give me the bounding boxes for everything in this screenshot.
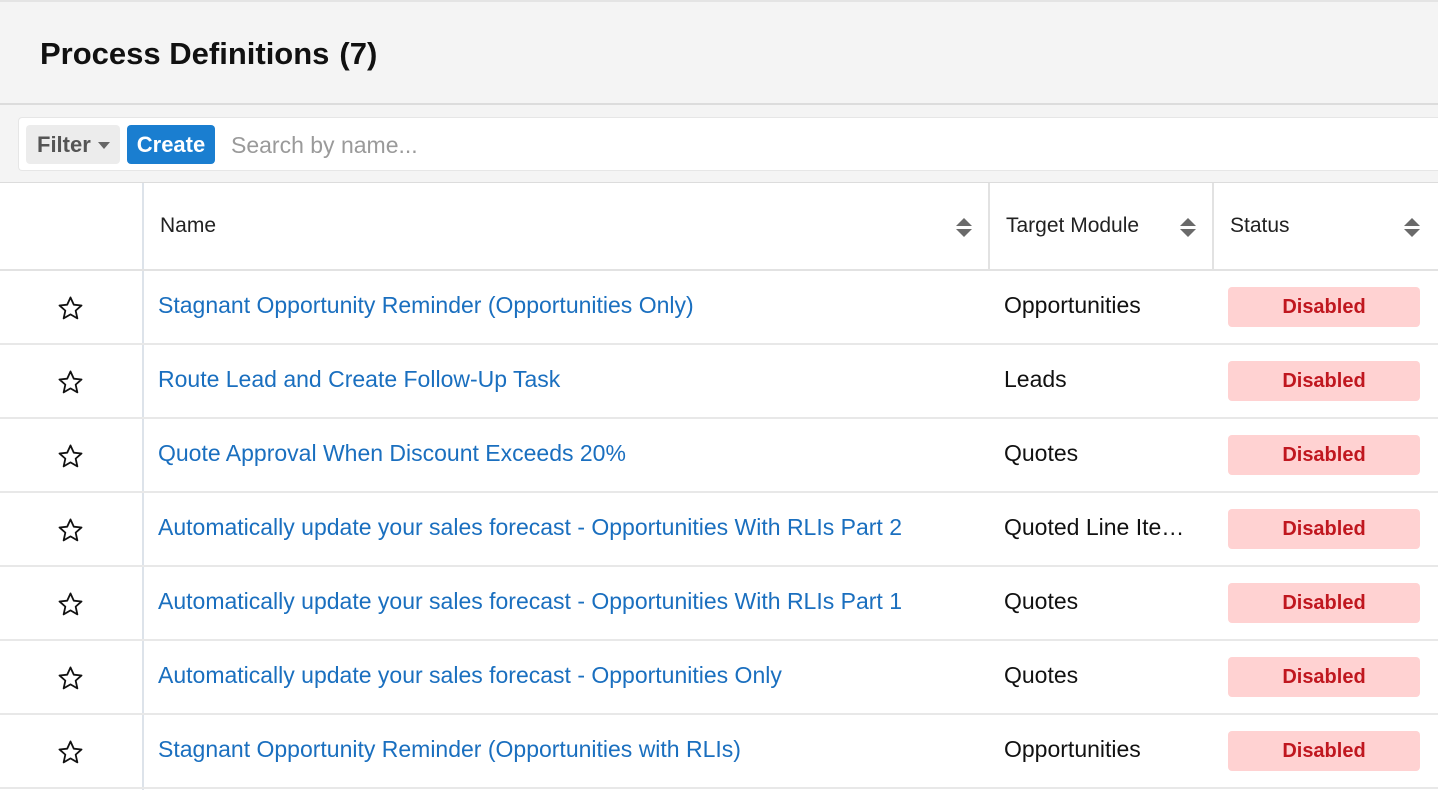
caret-down-icon (97, 142, 110, 149)
star-outline-icon[interactable] (57, 369, 84, 396)
create-button[interactable]: Create (127, 125, 215, 164)
status-badge: Disabled (1228, 509, 1420, 549)
column-header-name-label: Name (160, 214, 217, 237)
column-header-name[interactable]: Name (144, 183, 988, 269)
page-header: Process Definitions (7) (0, 0, 1438, 105)
star-outline-icon[interactable] (57, 665, 84, 692)
column-header-target-module-label: Target Module (1006, 214, 1140, 237)
table-row: Stagnant Opportunity Reminder (Opportuni… (0, 271, 1438, 345)
status-badge: Disabled (1228, 287, 1420, 327)
process-definitions-table: Name Target Module Status Stagnant Oppor… (0, 183, 1438, 790)
table-header: Name Target Module Status (0, 183, 1438, 271)
sort-icon[interactable] (956, 218, 972, 237)
page-title-text: Process Definitions (40, 36, 330, 71)
process-name-link[interactable]: Automatically update your sales forecast… (158, 514, 902, 541)
filter-button[interactable]: Filter (26, 125, 120, 164)
process-name-link[interactable]: Quote Approval When Discount Exceeds 20% (158, 440, 626, 467)
column-header-status-label: Status (1230, 214, 1290, 237)
status-badge: Disabled (1228, 361, 1420, 401)
target-module-cell: Quotes (1004, 662, 1079, 688)
process-name-link[interactable]: Automatically update your sales forecast… (158, 662, 782, 689)
process-name-link[interactable]: Automatically update your sales forecast… (158, 588, 902, 615)
search-input[interactable] (231, 126, 1411, 164)
table-row: Route Lead and Create Follow-Up Task Lea… (0, 345, 1438, 419)
filter-button-label: Filter (37, 131, 91, 157)
sort-icon[interactable] (1404, 218, 1420, 237)
table-row: Stagnant Opportunity Reminder (Opportuni… (0, 715, 1438, 789)
status-badge: Disabled (1228, 583, 1420, 623)
target-module-cell: Quoted Line Ite… (1004, 514, 1185, 540)
status-badge: Disabled (1228, 657, 1420, 697)
record-count: (7) (339, 36, 378, 71)
table-row: Automatically update your sales forecast… (0, 567, 1438, 641)
target-module-cell: Quotes (1004, 440, 1079, 466)
star-outline-icon[interactable] (57, 739, 84, 766)
table-row: Quote Approval When Discount Exceeds 20%… (0, 419, 1438, 493)
star-outline-icon[interactable] (57, 295, 84, 322)
page-title: Process Definitions (7) (40, 36, 377, 72)
status-badge: Disabled (1228, 731, 1420, 771)
target-module-cell: Opportunities (1004, 292, 1141, 318)
target-module-cell: Quotes (1004, 588, 1079, 614)
star-outline-icon[interactable] (57, 591, 84, 618)
table-row: Automatically update your sales forecast… (0, 493, 1438, 567)
target-module-cell: Opportunities (1004, 736, 1141, 762)
sort-icon[interactable] (1180, 218, 1196, 237)
star-outline-icon[interactable] (57, 443, 84, 470)
toolbar-band: Filter Create (0, 105, 1438, 183)
process-name-link[interactable]: Stagnant Opportunity Reminder (Opportuni… (158, 292, 694, 319)
process-name-link[interactable]: Stagnant Opportunity Reminder (Opportuni… (158, 736, 741, 763)
column-header-target-module[interactable]: Target Module (990, 183, 1212, 269)
column-header-status[interactable]: Status (1214, 183, 1438, 269)
target-module-cell: Leads (1004, 366, 1067, 392)
status-badge: Disabled (1228, 435, 1420, 475)
process-name-link[interactable]: Route Lead and Create Follow-Up Task (158, 366, 560, 393)
table-row: Automatically update your sales forecast… (0, 641, 1438, 715)
list-toolbar: Filter Create (18, 117, 1438, 171)
star-outline-icon[interactable] (57, 517, 84, 544)
